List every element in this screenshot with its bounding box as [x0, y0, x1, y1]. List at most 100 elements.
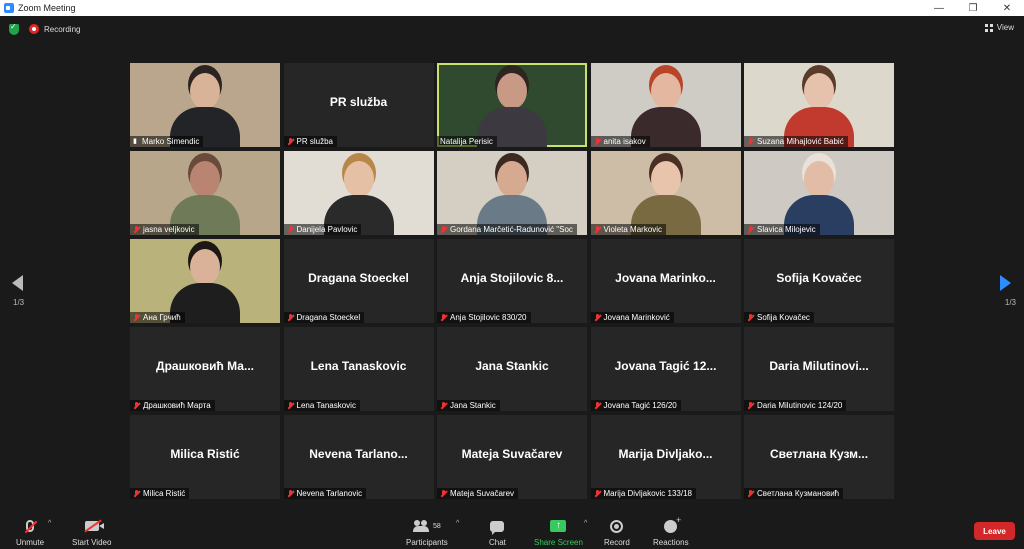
audio-options-caret[interactable]: ^: [48, 520, 51, 527]
microphone-muted-icon: [133, 225, 140, 234]
participant-tile[interactable]: anita isakov: [590, 63, 741, 147]
start-video-label: Start Video: [72, 538, 112, 547]
reactions-label: Reactions: [653, 538, 689, 547]
participant-display-name: Jovana Marinko...: [615, 271, 716, 285]
participant-tile[interactable]: Danijela Pavlovic: [283, 151, 434, 235]
participant-nametag: ▮ Marko Simendic: [130, 136, 204, 147]
chat-label: Chat: [489, 538, 506, 547]
participant-nametag: Violeta Markovic: [590, 224, 667, 235]
participant-tile[interactable]: Nevena Tarlano... Nevena Tarlanovic: [283, 415, 434, 499]
participant-tile[interactable]: Daria Milutinovi... Daria Milutinovic 124…: [744, 327, 894, 411]
participant-name-label: Jana Stankic: [450, 401, 496, 410]
participant-nametag: PR služba: [283, 136, 337, 147]
record-button[interactable]: Record: [604, 517, 630, 547]
participants-label: Participants: [406, 538, 448, 547]
participant-nametag: anita isakov: [590, 136, 650, 147]
camera-off-icon: [84, 521, 104, 531]
microphone-muted-icon: [594, 489, 601, 498]
participant-tile[interactable]: Milica Ristić Milica Ristić: [130, 415, 280, 499]
microphone-muted-icon: [440, 313, 447, 322]
share-screen-button[interactable]: ↑ Share Screen: [534, 517, 583, 547]
participant-nametag: Nevena Tarlanovic: [283, 488, 367, 499]
participant-nametag: Jana Stankic: [437, 400, 500, 411]
participant-nametag: Milica Ristić: [130, 488, 190, 499]
recording-indicator[interactable]: Recording: [29, 24, 80, 34]
next-page-button[interactable]: [1000, 275, 1012, 291]
participant-tile[interactable]: Ана Грчић: [130, 239, 280, 323]
microphone-muted-icon: [287, 137, 294, 146]
microphone-muted-icon: [440, 225, 447, 234]
share-options-caret[interactable]: ^: [584, 520, 587, 527]
participant-display-name: PR služba: [329, 95, 388, 109]
participant-nametag: Daria Milutinovic 124/20: [744, 400, 847, 411]
participant-nametag: Светлана Кузмановић: [744, 488, 844, 499]
participant-tile[interactable]: Jovana Marinko... Jovana Marinković: [590, 239, 741, 323]
participant-tile[interactable]: Violeta Markovic: [590, 151, 741, 235]
microphone-muted-icon: [440, 401, 447, 410]
participant-tile[interactable]: Mateja Suvačarev Mateja Suvačarev: [437, 415, 587, 499]
meeting-topbar: Recording View: [0, 16, 1024, 42]
reactions-button[interactable]: Reactions: [653, 515, 689, 548]
leave-button[interactable]: Leave: [974, 522, 1015, 540]
start-video-button[interactable]: Start Video: [72, 517, 111, 547]
participant-nametag: Suzana Mihajlović Babić: [744, 136, 848, 147]
participant-tile[interactable]: jasna veljkovic: [130, 151, 280, 235]
participant-name-label: Slavica Milojevic: [757, 225, 816, 234]
record-label: Record: [604, 538, 630, 547]
close-button[interactable]: ✕: [990, 3, 1024, 14]
participants-options-caret[interactable]: ^: [456, 520, 459, 527]
participant-name-label: Suzana Mihajlović Babić: [757, 137, 844, 146]
microphone-muted-icon: [594, 313, 601, 322]
participant-display-name: Anja Stojilovic 8...: [460, 271, 564, 285]
page-indicator-right: 1/3: [1004, 298, 1016, 307]
participant-tile[interactable]: Dragana Stoeckel Dragana Stoeckel: [283, 239, 434, 323]
chevron-right-icon: [1000, 275, 1011, 291]
recording-label: Recording: [44, 24, 81, 34]
participant-tile[interactable]: Драшковић Ма... Драшковић Марта: [130, 327, 280, 411]
participant-nametag: Dragana Stoeckel: [283, 312, 365, 323]
participant-display-name: Nevena Tarlano...: [309, 447, 408, 461]
window-title: Zoom Meeting: [18, 3, 76, 13]
microphone-muted-icon: [133, 313, 140, 322]
participant-tile[interactable]: Sofija Kovačec Sofija Kovačec: [744, 239, 894, 323]
microphone-muted-icon: [594, 225, 601, 234]
participant-tile[interactable]: Anja Stojilovic 8... Anja Stojilovic 830/…: [437, 239, 587, 323]
previous-page-button[interactable]: [12, 275, 24, 291]
participant-tile[interactable]: Suzana Mihajlović Babić: [744, 63, 894, 147]
maximize-button[interactable]: ❐: [956, 3, 990, 14]
participant-tile[interactable]: Slavica Milojevic: [744, 151, 894, 235]
zoom-logo-icon: [4, 3, 14, 13]
participants-button[interactable]: 58 Participants: [406, 517, 448, 547]
participant-tile[interactable]: Natalija Perisic: [437, 63, 587, 147]
participant-tile[interactable]: ▮ Marko Simendic: [130, 63, 280, 147]
participant-display-name: Daria Milutinovi...: [769, 359, 869, 373]
microphone-muted-icon: [133, 489, 140, 498]
chat-bubble-icon: [490, 520, 505, 535]
view-label: View: [996, 23, 1014, 32]
participant-display-name: Jana Stankic: [475, 359, 549, 373]
participant-tile[interactable]: Lena Tanaskovic Lena Tanaskovic: [283, 327, 434, 411]
participant-name-label: Milica Ristić: [143, 489, 186, 498]
unmute-button[interactable]: Unmute: [16, 517, 44, 547]
participants-count: 58: [433, 522, 441, 530]
participant-tile[interactable]: Jovana Tagić 12... Jovana Tagić 126/20: [590, 327, 741, 411]
minimize-button[interactable]: —: [922, 3, 956, 14]
participant-display-name: Драшковић Ма...: [156, 359, 254, 373]
view-button[interactable]: View: [984, 23, 1014, 32]
participant-nametag: Slavica Milojevic: [744, 224, 820, 235]
participant-name-label: Gordana Marčetić-Radunović "Soc: [450, 225, 573, 234]
participant-tile[interactable]: PR služba PR služba: [283, 63, 434, 147]
participant-display-name: Marija Divljako...: [618, 447, 713, 461]
participant-display-name: Jovana Tagić 12...: [614, 359, 717, 373]
participant-nametag: Gordana Marčetić-Radunović "Soc: [437, 224, 577, 235]
participant-nametag: Jovana Marinković: [590, 312, 674, 323]
microphone-muted-icon: [747, 137, 754, 146]
participant-tile[interactable]: Jana Stankic Jana Stankic: [437, 327, 587, 411]
participant-tile[interactable]: Светлана Кузм... Светлана Кузмановић: [744, 415, 894, 499]
participant-nametag: Sofija Kovačec: [744, 312, 814, 323]
chat-button[interactable]: Chat: [489, 517, 506, 547]
security-shield-icon[interactable]: [9, 22, 19, 35]
participant-tile[interactable]: Gordana Marčetić-Radunović "Soc: [437, 151, 587, 235]
participant-tile[interactable]: Marija Divljako... Marija Divljakovic 133…: [590, 415, 741, 499]
participant-name-label: Ана Грчић: [143, 313, 181, 322]
